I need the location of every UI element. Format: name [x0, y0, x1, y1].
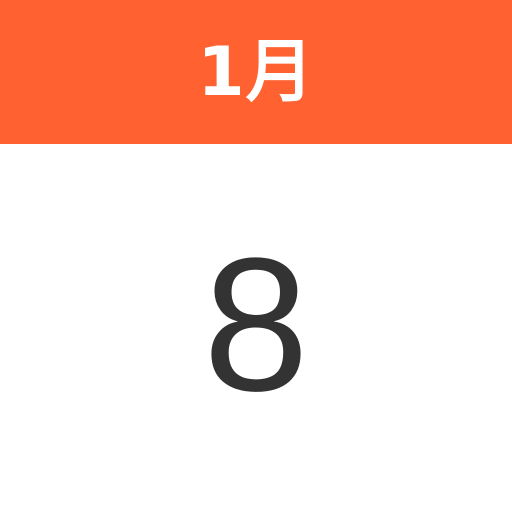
calendar-icon: 1月 8 [0, 0, 512, 512]
calendar-header: 1月 [0, 0, 512, 144]
month-label: 1月 [197, 33, 315, 112]
calendar-body: 8 [0, 144, 512, 512]
day-number: 8 [203, 219, 309, 431]
